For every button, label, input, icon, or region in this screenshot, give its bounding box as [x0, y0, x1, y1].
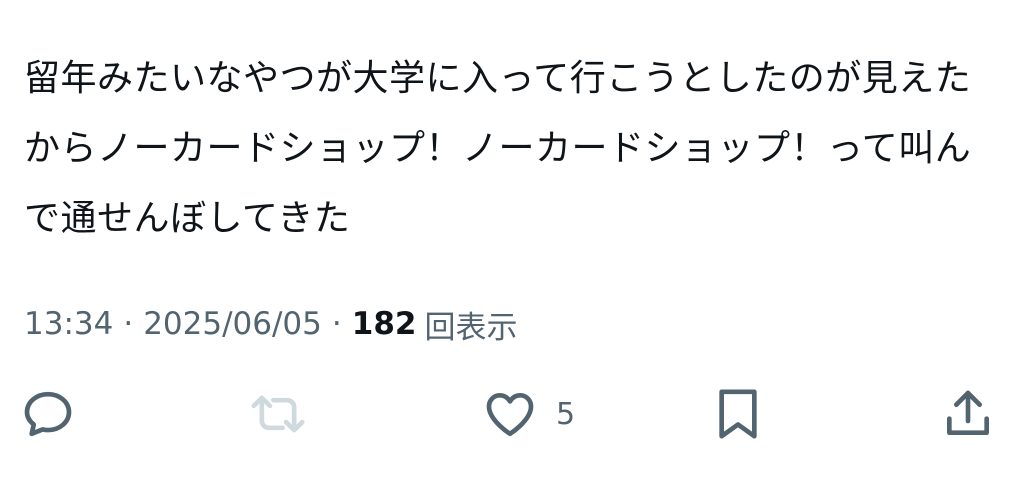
tweet-time[interactable]: 13:34: [24, 306, 113, 342]
retweet-button[interactable]: [248, 382, 308, 446]
reply-button[interactable]: [20, 382, 76, 446]
bookmark-icon: [712, 386, 764, 442]
reply-icon: [20, 386, 76, 442]
retweet-icon: [248, 386, 308, 442]
bookmark-button[interactable]: [712, 382, 764, 446]
views-label: 回表示: [424, 309, 518, 346]
tweet-meta: 13:34 · 2025/06/05 · 182 回表示: [24, 302, 517, 346]
share-button[interactable]: [940, 382, 996, 446]
tweet-actions: 5: [0, 382, 1024, 446]
tweet-date[interactable]: 2025/06/05: [143, 306, 322, 342]
like-count: 5: [556, 396, 576, 432]
like-button[interactable]: 5: [482, 382, 575, 446]
tweet-text: 留年みたいなやつが大学に入って行こうとしたのが見えたからノーカードショップ！ノー…: [24, 58, 972, 239]
share-icon: [940, 386, 996, 442]
meta-separator: ·: [123, 306, 134, 342]
meta-separator: ·: [331, 306, 342, 342]
views-count[interactable]: 182: [352, 306, 425, 342]
heart-icon: [482, 386, 538, 442]
